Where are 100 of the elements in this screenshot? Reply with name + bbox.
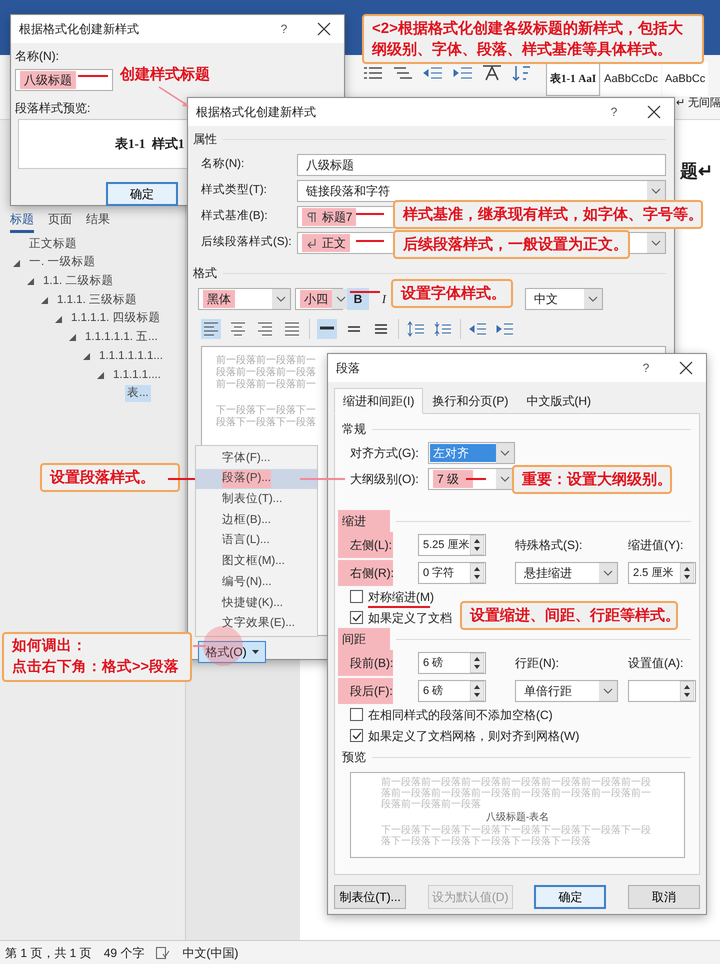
spin-field[interactable]: 6 磅 <box>418 652 486 674</box>
section-heading: 缩进 <box>338 510 390 532</box>
field-value: 标题7 <box>322 209 352 226</box>
heading-item[interactable]: 1.1.1.1.... <box>111 366 163 384</box>
field-value: 7 级 <box>433 470 473 488</box>
help-button[interactable]: ? <box>594 103 634 121</box>
dialog-button[interactable]: 取消 <box>628 885 700 909</box>
menu-item[interactable]: 段落(P)... <box>196 468 317 490</box>
annotation-tooltip: 设置段落样式。 <box>40 463 180 492</box>
menu-item[interactable]: 字体(F)... <box>196 448 317 469</box>
annotation-tooltip: 设置字体样式。 <box>391 279 513 308</box>
tab[interactable]: 中文版式(H) <box>517 388 600 414</box>
checkbox-label[interactable]: 如果定义了文档网格，则对齐到网格(W) <box>368 726 580 744</box>
field-label: 段前(B): <box>350 655 394 672</box>
menu-item[interactable]: 图文框(M)... <box>196 551 317 572</box>
annotation-tooltip: <2>根据格式化创建各级标题的新样式，包括大纲级别、字体、段落、样式基准等具体样式。 <box>362 14 704 64</box>
preview-text-line: 段落前一段落前一段落 <box>216 367 316 378</box>
field-value: 6 磅 <box>423 656 444 671</box>
navigation-tab[interactable]: 结果 <box>86 210 110 233</box>
field-value: 单倍行距 <box>523 683 573 700</box>
dialog-button[interactable]: 制表位(T)... <box>334 885 406 909</box>
preview-text-line: 前一段落前一段落前一 <box>216 379 316 391</box>
font-select[interactable]: 黑体 <box>198 288 291 310</box>
checkbox-label[interactable]: 对称缩进(M) <box>368 588 434 606</box>
field-value: 左对齐 <box>430 444 496 462</box>
tab[interactable]: 缩进和间距(I) <box>334 388 424 414</box>
spin-field[interactable]: 2.5 厘米 <box>628 562 696 584</box>
field-label: 特殊格式(S): <box>515 537 582 554</box>
navigation-tab[interactable]: 标题 <box>10 210 34 233</box>
menu-item[interactable]: 制表位(T)... <box>196 489 317 510</box>
heading-item[interactable]: 1.1. 二级标题 <box>41 273 116 290</box>
field-label: 设置值(A): <box>628 655 684 672</box>
tab[interactable]: 换行和分页(P) <box>423 388 518 414</box>
style-select[interactable]: 链接段落和字符 <box>296 180 666 202</box>
special-indent-select[interactable]: 悬挂缩进 <box>515 562 618 584</box>
field-label: 左侧(L): <box>350 537 392 554</box>
spin-field[interactable]: 5.25 厘米 <box>418 534 486 556</box>
heading-item[interactable]: 1.1.1.1.1.1... <box>97 348 165 366</box>
field-label: 后续段落样式(S): <box>201 234 293 250</box>
navigation-tab[interactable]: 页面 <box>48 210 72 233</box>
annotation-text: 创建样式标题 <box>120 65 210 85</box>
field-value: 小四 <box>300 290 332 308</box>
style-gallery-item[interactable]: AaBbCc <box>662 62 708 96</box>
annotation-tooltip: 如何调出： 点击右下角：格式>>段落 <box>2 632 192 682</box>
menu-item[interactable]: 文字效果(E)... <box>196 614 317 634</box>
section-heading: 常规 <box>341 421 366 438</box>
field-value: 八级标题 <box>20 71 76 89</box>
field-value: 6 磅 <box>423 684 444 699</box>
field-label: 缩进值(Y): <box>628 537 684 554</box>
heading-item[interactable]: 正文标题 <box>27 236 79 253</box>
menu-item[interactable]: 快捷键(K)... <box>196 592 317 614</box>
section-heading: 间距 <box>338 628 390 650</box>
checkbox-label[interactable]: 在相同样式的段落间不添加空格(C) <box>368 706 553 724</box>
spin-field[interactable]: 6 磅 <box>418 680 486 702</box>
menu-item[interactable]: 编号(N)... <box>196 572 317 593</box>
field-label: 行距(N): <box>515 655 559 672</box>
section-heading: 属性 <box>193 130 666 148</box>
name-input-field[interactable]: 八级标题 <box>15 69 113 91</box>
document-text: 题↵ <box>680 160 713 183</box>
ok-button[interactable]: 确定 <box>106 182 178 206</box>
style-gallery-item[interactable]: AaBbCcDc <box>601 62 661 96</box>
field-value: 悬挂缩进 <box>523 565 573 582</box>
heading-item[interactable]: 一. 一级标题 <box>27 254 98 272</box>
menu-item[interactable]: 语言(L)... <box>196 530 317 552</box>
field-label: 名称(N): <box>15 48 59 65</box>
help-button[interactable]: ? <box>626 359 666 377</box>
line-spacing-select[interactable]: 单倍行距 <box>515 680 618 702</box>
field-value: 正文 <box>322 235 346 252</box>
status-text: 第 1 页，共 1 页 <box>5 944 92 962</box>
preview-text: 前一段落前一段落前一段落前一段落前一段落前一段落前一段落前一段落前一段落前一段落前一段落前一段落前一段落前一段落前一段落前一段落 <box>381 777 652 810</box>
field-label: 名称(N): <box>201 156 246 172</box>
annotation-tooltip: 重要：设置大纲级别。 <box>512 465 672 494</box>
help-button[interactable]: ? <box>264 20 304 38</box>
heading-item[interactable]: 1.1.1.1.1. 五... <box>83 329 160 346</box>
preview-text-line: 下一段落下一段落下一 <box>216 405 316 416</box>
status-text: 49 个字 <box>104 944 144 962</box>
menu-item[interactable]: 边框(B)... <box>196 510 317 531</box>
field-value: 链接段落和字符 <box>306 183 390 200</box>
window-title: 根据格式化创建新样式 <box>196 104 317 121</box>
outline-level-select[interactable]: 7 级 <box>428 468 515 490</box>
text-input-field[interactable]: 八级标题 <box>296 154 666 176</box>
field-value: 2.5 厘米 <box>633 566 674 581</box>
checkbox-label[interactable]: 如果定义了文档 <box>368 608 452 626</box>
field-label: 段落样式预览: <box>15 100 90 117</box>
heading-item[interactable]: 1.1.1. 三级标题 <box>55 292 139 310</box>
field-value: 八级标题 <box>306 157 354 174</box>
field-value: 5.25 厘米 <box>423 538 470 553</box>
ok-button[interactable]: 确定 <box>534 885 606 909</box>
heading-item[interactable]: 表... <box>125 385 151 402</box>
preview-text: 表1-1 样式1 <box>115 135 184 154</box>
annotation-tooltip: 后续段落样式，一般设置为正文。 <box>393 230 630 259</box>
bold-button[interactable]: B <box>347 288 369 310</box>
preview-text: 下一段落下一段落下一段落下一段落下一段落下一段落下一段落下一段落下一段落下一段落下一段落下一段落 <box>381 825 652 847</box>
script-select[interactable]: 中文 <box>525 288 603 310</box>
preview-sample-text: 八级标题-表名 <box>484 812 550 823</box>
style-gallery-item[interactable]: 表1-1 AaI <box>546 62 600 96</box>
field-label: 样式类型(T): <box>201 182 268 198</box>
heading-item[interactable]: 1.1.1.1. 四级标题 <box>69 310 163 328</box>
format-dropdown-button[interactable]: 格式(O) <box>198 641 266 663</box>
spin-field[interactable]: 0 字符 <box>418 562 486 584</box>
